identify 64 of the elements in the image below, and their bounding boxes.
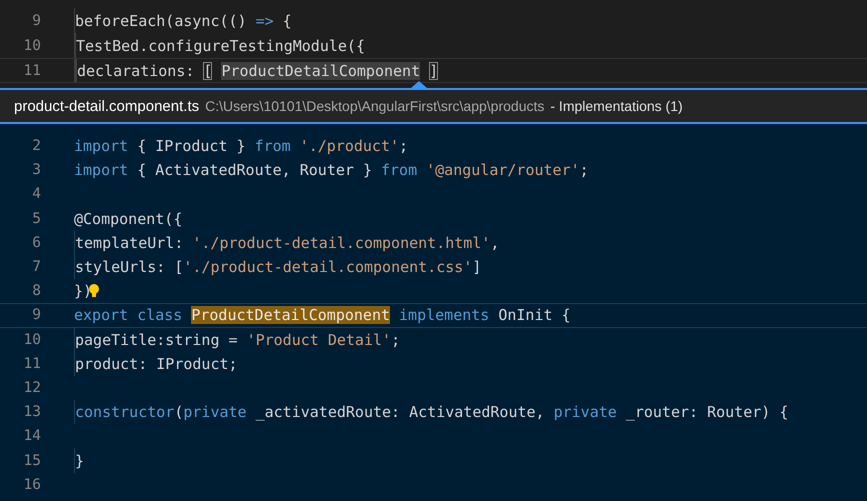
code-token: class — [137, 306, 182, 324]
code-token: } — [75, 452, 84, 470]
code-token: ProductDetailComponent — [191, 306, 390, 324]
code-token: }) — [74, 282, 92, 300]
line-number: 11 — [22, 62, 41, 78]
code-token: declarations: — [77, 62, 194, 80]
code-token: './product' — [300, 137, 400, 156]
peek-title: - Implementations (1) — [550, 98, 683, 114]
code-token: ; — [580, 161, 589, 180]
code-token: ] — [472, 258, 482, 276]
code-token: OnInit { — [498, 306, 571, 324]
code-token: pageTitle:string = — [75, 330, 238, 349]
code-token: '@angular/router' — [426, 161, 580, 180]
code-token: private — [183, 403, 247, 422]
line-number: 14 — [22, 428, 41, 444]
code-token: ProductDetailComponent — [221, 62, 420, 80]
code-token: private — [554, 403, 617, 422]
code-token: { — [282, 12, 292, 30]
line-number: 3 — [31, 162, 41, 178]
code-token: from — [381, 161, 418, 180]
line-number: 10 — [22, 38, 41, 54]
code-token: implements — [399, 306, 490, 324]
file-path: C:\Users\10101\Desktop\AngularFirst\src\app\products — [205, 98, 544, 114]
code-token: { IProduct } — [137, 137, 246, 156]
code-token: [ — [203, 62, 212, 80]
code-token: export — [74, 306, 128, 324]
code-token: 'Product Detail' — [246, 330, 392, 349]
code-token: ; — [399, 137, 408, 156]
code-token: , — [490, 234, 500, 252]
code-token: product: IProduct; — [75, 354, 238, 373]
code-token: './product-detail.component.html' — [192, 234, 490, 252]
line-number: 12 — [22, 380, 41, 396]
code-token: import — [74, 161, 128, 180]
lightbulb-icon[interactable] — [88, 283, 100, 300]
line-number: 9 — [31, 307, 41, 324]
code-token: './product-detail.component.css' — [183, 258, 472, 276]
file-name[interactable]: product-detail.component.ts — [14, 98, 200, 114]
line-number: 6 — [31, 234, 41, 251]
code-token: beforeEach(async(() — [75, 12, 247, 30]
code-token: import — [74, 137, 128, 156]
code-token: from — [254, 137, 291, 156]
code-token: ; — [391, 330, 400, 349]
line-number: 7 — [31, 259, 41, 276]
code-token: @Component({ — [74, 210, 182, 228]
code-token: constructor — [75, 403, 174, 422]
line-number: 9 — [31, 12, 41, 28]
code-token: ( — [174, 403, 184, 422]
line-number: 13 — [22, 404, 41, 420]
line-number: 11 — [22, 356, 41, 372]
code-token: templateUrl: — [75, 234, 184, 252]
code-token: => — [256, 12, 274, 30]
line-number: 16 — [22, 476, 41, 493]
code-token: TestBed.configureTestingModule({ — [76, 36, 365, 54]
line-number: 4 — [31, 186, 41, 202]
line-number: 10 — [22, 332, 41, 348]
line-number: 5 — [31, 210, 41, 227]
code-token: ] — [429, 62, 438, 80]
code-token: { ActivatedRoute, Router } — [137, 161, 372, 180]
line-number: 8 — [31, 283, 41, 300]
line-number: 15 — [22, 452, 41, 469]
code-token: _router: Router) { — [626, 403, 788, 422]
code-token: _activatedRoute: ActivatedRoute, — [256, 403, 545, 422]
code-token: styleUrls: [ — [75, 258, 184, 276]
line-number: 2 — [31, 138, 41, 154]
